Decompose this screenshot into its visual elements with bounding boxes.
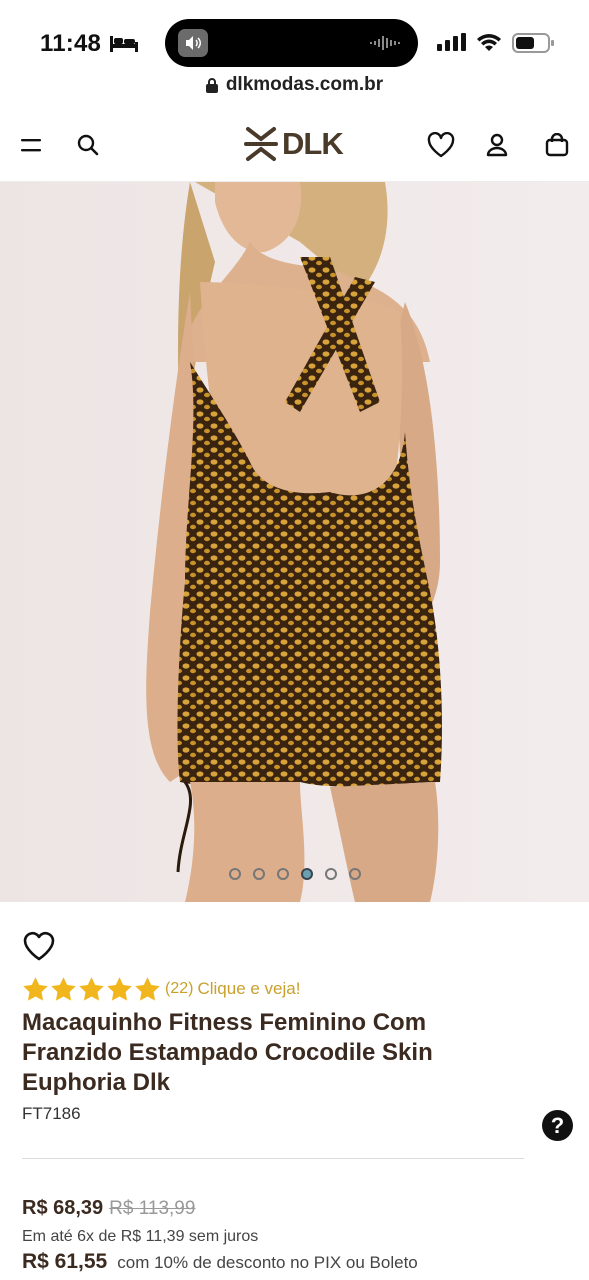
search-button[interactable] [71,128,105,162]
wishlist-button[interactable] [424,128,458,162]
battery-icon [512,33,554,53]
star-icon [107,977,132,1001]
product-image[interactable] [0,182,589,902]
star-icon [51,977,76,1001]
shopping-bag-icon [545,133,569,157]
status-time: 11:48 [40,30,102,57]
gallery-dots [0,868,589,880]
address-bar[interactable]: dlkmodas.com.br [0,70,589,100]
pix-discount-text: com 10% de desconto no PIX ou Boleto [117,1253,418,1272]
logo-mark-icon [244,127,278,161]
gallery-dot[interactable] [348,868,361,880]
old-price: R$ 113,99 [109,1198,196,1219]
product-sku: FT7186 [22,1104,81,1123]
cart-button[interactable] [540,128,574,162]
audio-wave-icon [370,36,400,50]
gallery-dot-active[interactable] [300,868,313,880]
favorite-heart-icon[interactable] [22,930,56,962]
installments-text: Em até 6x de R$ 11,39 sem juros [22,1228,259,1245]
wifi-icon [477,34,501,51]
product-title: Macaquinho Fitness Feminino Com Franzido… [22,1009,433,1096]
url-text: dlkmodas.com.br [225,74,384,95]
dynamic-island [165,19,418,67]
status-bar: 11:48 [0,0,589,70]
site-header: DLK [0,104,589,182]
star-icon [23,977,48,1001]
review-count: (22) [165,980,194,997]
speaker-icon [178,29,208,57]
dlk-logo[interactable]: DLK [244,124,344,164]
reviews-link[interactable]: Clique e veja! [197,979,300,999]
cellular-signal-icon [437,33,466,51]
gallery-dot[interactable] [324,868,337,880]
account-button[interactable] [480,128,514,162]
price-row: R$ 68,39 R$ 113,99 [22,1197,195,1220]
gallery-dot[interactable] [228,868,241,880]
user-icon [486,133,508,157]
star-icon [135,977,160,1001]
logo-text: DLK [282,126,344,161]
pix-price-row: R$ 61,55 com 10% de desconto no PIX ou B… [22,1250,418,1274]
search-icon [77,134,99,156]
menu-button[interactable] [14,128,48,162]
gallery-dot[interactable] [276,868,289,880]
pix-price: R$ 61,55 [22,1250,108,1273]
help-button[interactable]: ? [542,1110,573,1141]
star-icon [79,977,104,1001]
current-price: R$ 68,39 [22,1197,104,1219]
bed-icon [110,36,138,52]
gallery-dot[interactable] [252,868,265,880]
lock-icon [205,77,218,93]
product-rating: (22) Clique e veja! [22,976,300,1002]
heart-icon [427,132,455,158]
hamburger-menu-icon [21,139,41,152]
divider [22,1158,524,1159]
product-photo [0,182,589,902]
